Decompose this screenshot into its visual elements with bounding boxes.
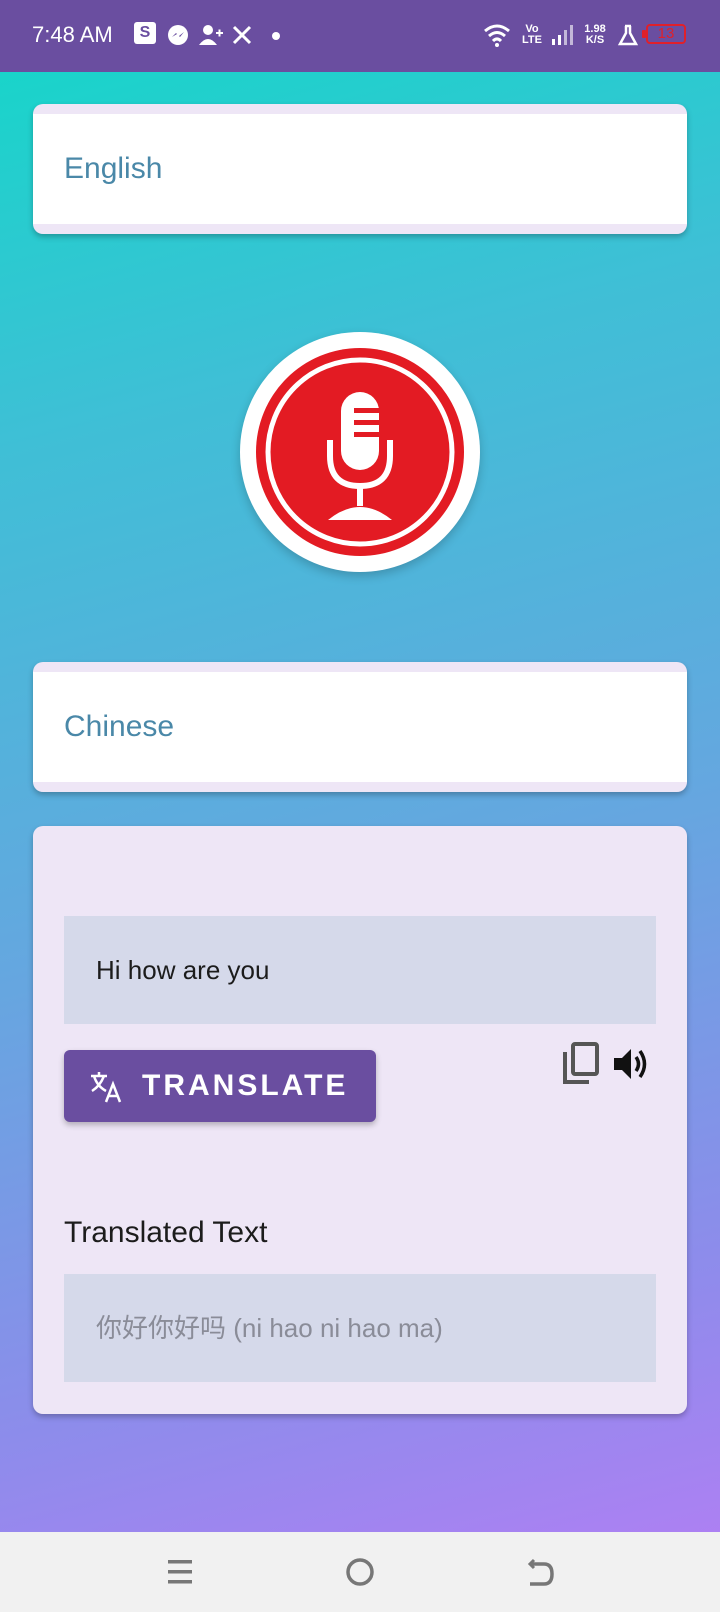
- translate-button[interactable]: TRANSLATE: [64, 1050, 376, 1122]
- system-nav-bar: [0, 1532, 720, 1612]
- microphone-button[interactable]: [240, 332, 480, 572]
- source-language-selector[interactable]: English: [33, 104, 687, 234]
- translate-icon: [91, 1072, 122, 1103]
- messenger-icon: [166, 22, 190, 48]
- home-icon[interactable]: [340, 1554, 380, 1590]
- signal-icon: [550, 22, 574, 48]
- lab-icon: [616, 22, 640, 48]
- add-user-icon: [198, 22, 224, 48]
- status-time: 7:48 AM: [32, 22, 113, 47]
- menu-icon[interactable]: [160, 1554, 200, 1590]
- source-language-label: English: [64, 152, 163, 185]
- copy-icon[interactable]: [561, 1042, 601, 1086]
- source-text-input[interactable]: Hi how are you: [64, 916, 656, 1024]
- translation-panel: Hi how are you TRANSLATE Translated Text…: [33, 826, 687, 1414]
- dot-icon: [272, 32, 280, 40]
- translated-text-title: Translated Text: [64, 1216, 268, 1249]
- speed-icon: 1.98 K/S: [580, 22, 610, 48]
- volte-icon: Vo LTE: [520, 22, 544, 48]
- battery-icon: 13: [642, 24, 686, 44]
- back-icon[interactable]: [520, 1554, 560, 1590]
- target-language-selector[interactable]: Chinese: [33, 662, 687, 792]
- target-language-label: Chinese: [64, 710, 175, 743]
- wifi-icon: [482, 22, 512, 48]
- speaker-icon[interactable]: [611, 1044, 651, 1084]
- x-icon: [230, 22, 254, 48]
- translated-text-output: 你好你好吗 (ni hao ni hao ma): [64, 1274, 656, 1382]
- speed-unit: K/S: [585, 34, 605, 46]
- s-app-icon: S: [134, 22, 156, 44]
- volte-bottom: LTE: [522, 34, 542, 46]
- microphone-icon: [256, 348, 464, 556]
- status-bar: 7:48 AM S Vo LTE 1.98 K/S 13: [0, 0, 720, 72]
- translate-button-label: TRANSLATE: [142, 1069, 349, 1102]
